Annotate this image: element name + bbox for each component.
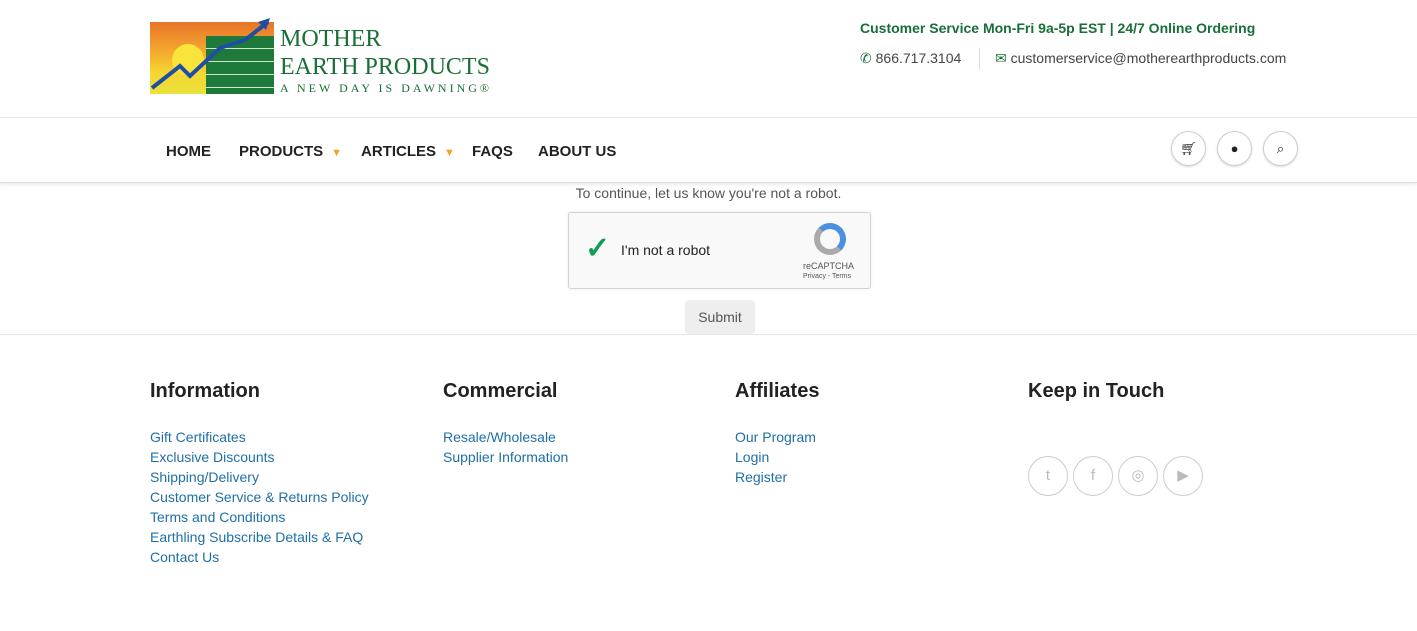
cart-icon[interactable]: 🛒︎ [1171, 131, 1206, 166]
logo-graphic [150, 18, 274, 94]
recaptcha-widget: ✓ I'm not a robot reCAPTCHA Privacy - Te… [568, 212, 871, 289]
phone-number: 866.717.3104 [875, 50, 962, 66]
search-icon[interactable]: ⌕ [1263, 131, 1298, 166]
user-icon[interactable]: ● [1217, 131, 1252, 166]
footer-link[interactable]: Exclusive Discounts [150, 447, 369, 467]
footer-link[interactable]: Gift Certificates [150, 427, 369, 447]
nav-home[interactable]: HOME [166, 143, 211, 160]
logo-line1: MOTHER [280, 26, 382, 52]
footer-link[interactable]: Contact Us [150, 547, 369, 567]
footer-information-title: Information [150, 380, 260, 402]
recaptcha-brand: reCAPTCHA [803, 261, 855, 271]
footer-link[interactable]: Shipping/Delivery [150, 467, 369, 487]
nav-about-us[interactable]: ABOUT US [538, 143, 616, 160]
youtube-icon[interactable]: ▶ [1163, 456, 1203, 496]
nav-articles[interactable]: ARTICLES ▼ [361, 143, 455, 160]
service-hours: Customer Service Mon-Fri 9a-5p EST | 24/… [860, 20, 1256, 36]
email-address: customerservice@motherearthproducts.com [1010, 50, 1287, 66]
footer-affiliates-title: Affiliates [735, 380, 820, 402]
footer-link[interactable]: Our Program [735, 427, 816, 447]
phone-icon: ✆ [860, 50, 872, 66]
phone-link[interactable]: ✆ 866.717.3104 [860, 50, 961, 67]
instagram-icon[interactable]: ◎ [1118, 456, 1158, 496]
captcha-label: I'm not a robot [621, 242, 711, 258]
footer-keep-in-touch-title: Keep in Touch [1028, 380, 1165, 402]
nav-faqs[interactable]: FAQS [472, 143, 513, 160]
recaptcha-logo-icon [814, 223, 846, 255]
footer-link[interactable]: Terms and Conditions [150, 507, 369, 527]
footer-commercial-title: Commercial [443, 380, 558, 402]
twitter-icon[interactable]: t [1028, 456, 1068, 496]
facebook-icon[interactable]: f [1073, 456, 1113, 496]
chevron-down-icon: ▼ [444, 147, 455, 159]
envelope-icon: ✉ [995, 50, 1007, 66]
footer-information-links: Gift Certificates Exclusive Discounts Sh… [150, 427, 369, 567]
footer-link[interactable]: Login [735, 447, 816, 467]
footer-link[interactable]: Supplier Information [443, 447, 568, 467]
nav-products[interactable]: PRODUCTS ▼ [239, 143, 342, 160]
logo-tagline: A NEW DAY IS DAWNING® [280, 81, 493, 95]
footer-link[interactable]: Earthling Subscribe Details & FAQ [150, 527, 369, 547]
divider [0, 334, 1417, 335]
footer-link[interactable]: Resale/Wholesale [443, 427, 568, 447]
email-link[interactable]: ✉ customerservice@motherearthproducts.co… [995, 50, 1286, 67]
footer-affiliates-links: Our Program Login Register [735, 427, 816, 487]
footer-commercial-links: Resale/Wholesale Supplier Information [443, 427, 568, 467]
submit-button[interactable]: Submit [685, 300, 755, 334]
logo[interactable]: MOTHER EARTH PRODUCTS A NEW DAY IS DAWNI… [150, 18, 500, 96]
footer-link[interactable]: Customer Service & Returns Policy [150, 487, 369, 507]
checkmark-icon[interactable]: ✓ [585, 231, 610, 266]
recaptcha-links[interactable]: Privacy - Terms [803, 273, 851, 280]
captcha-prompt: To continue, let us know you're not a ro… [575, 185, 842, 201]
footer-link[interactable]: Register [735, 467, 816, 487]
chevron-down-icon: ▼ [331, 147, 343, 159]
main-nav: HOME PRODUCTS ▼ ARTICLES ▼ FAQS ABOUT US 🛒… [0, 117, 1417, 183]
logo-line2: EARTH PRODUCTS [280, 54, 490, 80]
